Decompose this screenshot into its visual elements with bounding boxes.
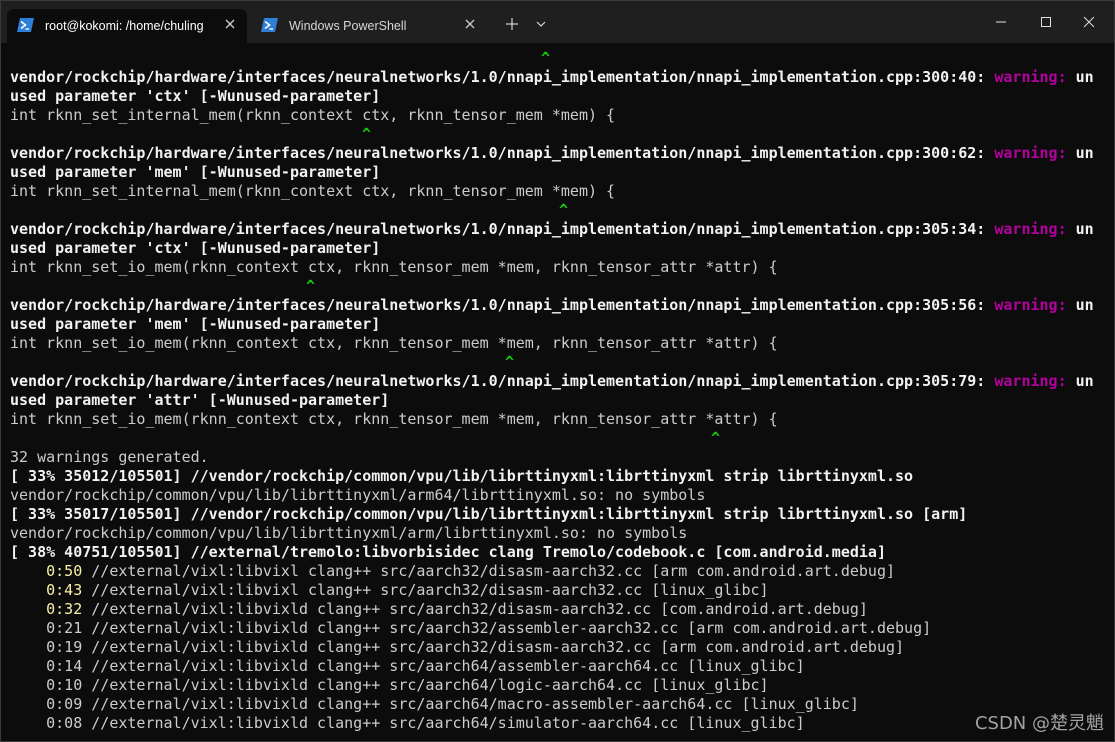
caret-line: ^: [10, 49, 550, 68]
job-description: //external/vixl:libvixld clang++ src/aar…: [91, 657, 805, 675]
maximize-icon: [1026, 17, 1066, 43]
job-description: //external/vixl:libvixld clang++ src/aar…: [91, 638, 905, 656]
job-line: 0:09 //external/vixl:libvixld clang++ sr…: [10, 695, 859, 714]
job-elapsed-time: 0:32: [46, 600, 83, 618]
job-elapsed-time: 0:21: [46, 619, 83, 637]
warning-label: warning:: [994, 372, 1067, 390]
warning-message-tail: used parameter 'ctx' [-Wunused-parameter…: [10, 87, 381, 105]
warning-line: vendor/rockchip/hardware/interfaces/neur…: [10, 372, 1094, 391]
source-line: int rknn_set_io_mem(rknn_context ctx, rk…: [10, 258, 778, 276]
warning-message-tail: used parameter 'ctx' [-Wunused-parameter…: [10, 239, 381, 257]
warning-message-head: un: [1075, 220, 1094, 238]
tab-root-shell[interactable]: root@kokomi: /home/chuling: [7, 9, 247, 43]
job-line: 0:43 //external/vixl:libvixl clang++ src…: [10, 581, 769, 600]
caret: ^: [711, 429, 721, 447]
warning-line: vendor/rockchip/hardware/interfaces/neur…: [10, 68, 1094, 87]
job-line: 0:08 //external/vixl:libvixld clang++ sr…: [10, 714, 805, 733]
minimize-icon: [981, 21, 1021, 43]
warning-path: vendor/rockchip/hardware/interfaces/neur…: [10, 372, 986, 390]
warning-message-tail: used parameter 'mem' [-Wunused-parameter…: [10, 315, 381, 333]
job-description: //external/vixl:libvixld clang++ src/aar…: [91, 714, 805, 732]
job-elapsed-time: 0:08: [46, 714, 83, 732]
build-progress-line: [ 33% 35017/105501] //vendor/rockchip/co…: [10, 505, 968, 523]
build-output-line: vendor/rockchip/common/vpu/lib/librttiny…: [10, 486, 706, 504]
job-description: //external/vixl:libvixld clang++ src/aar…: [91, 600, 868, 618]
caret: ^: [306, 277, 316, 295]
job-elapsed-time: 0:19: [46, 638, 83, 656]
warning-line: vendor/rockchip/hardware/interfaces/neur…: [10, 220, 1094, 239]
warning-message-tail: used parameter 'attr' [-Wunused-paramete…: [10, 391, 390, 409]
warning-message-head: un: [1075, 296, 1094, 314]
warning-line: vendor/rockchip/hardware/interfaces/neur…: [10, 296, 1094, 315]
warning-label: warning:: [994, 220, 1067, 238]
caret: ^: [505, 353, 515, 371]
warning-message-head: un: [1075, 144, 1094, 162]
job-description: //external/vixl:libvixld clang++ src/aar…: [91, 676, 769, 694]
warning-path: vendor/rockchip/hardware/interfaces/neur…: [10, 144, 986, 162]
caret-line: ^: [10, 353, 514, 372]
tab-windows-powershell[interactable]: Windows PowerShell: [251, 9, 487, 43]
source-line: int rknn_set_internal_mem(rknn_context c…: [10, 182, 616, 200]
tab-dropdown-button[interactable]: [529, 9, 553, 39]
tab-title: root@kokomi: /home/chuling: [45, 19, 204, 33]
caret-line: ^: [10, 125, 371, 144]
warning-label: warning:: [994, 296, 1067, 314]
close-icon: [1069, 16, 1109, 43]
warning-path: vendor/rockchip/hardware/interfaces/neur…: [10, 220, 986, 238]
job-elapsed-time: 0:14: [46, 657, 83, 675]
job-line: 0:10 //external/vixl:libvixld clang++ sr…: [10, 676, 769, 695]
caret: ^: [559, 201, 569, 219]
source-line: int rknn_set_io_mem(rknn_context ctx, rk…: [10, 410, 778, 428]
warning-label: warning:: [994, 144, 1067, 162]
powershell-icon: [261, 18, 278, 32]
warning-message-head: un: [1075, 68, 1094, 86]
warning-message-tail: used parameter 'mem' [-Wunused-parameter…: [10, 163, 381, 181]
job-description: //external/vixl:libvixl clang++ src/aarc…: [91, 581, 769, 599]
job-line: 0:21 //external/vixl:libvixld clang++ sr…: [10, 619, 931, 638]
build-output-line: vendor/rockchip/common/vpu/lib/librttiny…: [10, 524, 688, 542]
minimize-button[interactable]: [981, 5, 1021, 35]
powershell-icon: [17, 18, 34, 32]
warning-path: vendor/rockchip/hardware/interfaces/neur…: [10, 68, 986, 86]
terminal-output[interactable]: ^ vendor/rockchip/hardware/interfaces/ne…: [1, 43, 1114, 741]
tab-title: Windows PowerShell: [289, 19, 407, 33]
job-line: 0:14 //external/vixl:libvixld clang++ sr…: [10, 657, 805, 676]
plus-icon: [499, 18, 525, 43]
caret: ^: [541, 49, 551, 67]
title-bar[interactable]: root@kokomi: /home/chuling Windows Power…: [1, 1, 1114, 43]
warnings-summary: 32 warnings generated.: [10, 448, 209, 466]
job-description: //external/vixl:libvixl clang++ src/aarc…: [91, 562, 896, 580]
job-elapsed-time: 0:50: [46, 562, 83, 580]
caret-line: ^: [10, 277, 315, 296]
caret: ^: [362, 125, 372, 143]
warning-message-head: un: [1075, 372, 1094, 390]
build-progress-line: [ 33% 35012/105501] //vendor/rockchip/co…: [10, 467, 914, 485]
job-description: //external/vixl:libvixld clang++ src/aar…: [91, 695, 859, 713]
close-window-button[interactable]: [1069, 5, 1109, 35]
job-line: 0:50 //external/vixl:libvixl clang++ src…: [10, 562, 895, 581]
job-elapsed-time: 0:10: [46, 676, 83, 694]
tab-close-icon[interactable]: [223, 17, 237, 31]
terminal-window: root@kokomi: /home/chuling Windows Power…: [0, 0, 1115, 742]
maximize-button[interactable]: [1026, 5, 1066, 35]
new-tab-button[interactable]: [499, 9, 525, 39]
job-elapsed-time: 0:43: [46, 581, 83, 599]
watermark: CSDN @楚灵魈: [974, 713, 1104, 734]
warning-line: vendor/rockchip/hardware/interfaces/neur…: [10, 144, 1094, 163]
source-line: int rknn_set_internal_mem(rknn_context c…: [10, 106, 616, 124]
tab-close-icon[interactable]: [463, 17, 477, 31]
caret-line: ^: [10, 429, 720, 448]
build-progress-line: [ 38% 40751/105501] //external/tremolo:l…: [10, 543, 886, 561]
job-line: 0:32 //external/vixl:libvixld clang++ sr…: [10, 600, 868, 619]
warning-path: vendor/rockchip/hardware/interfaces/neur…: [10, 296, 986, 314]
caret-line: ^: [10, 201, 568, 220]
source-line: int rknn_set_io_mem(rknn_context ctx, rk…: [10, 334, 778, 352]
job-elapsed-time: 0:09: [46, 695, 83, 713]
chevron-down-icon: [529, 21, 553, 43]
job-description: //external/vixl:libvixld clang++ src/aar…: [91, 619, 932, 637]
warning-label: warning:: [994, 68, 1067, 86]
job-line: 0:19 //external/vixl:libvixld clang++ sr…: [10, 638, 904, 657]
